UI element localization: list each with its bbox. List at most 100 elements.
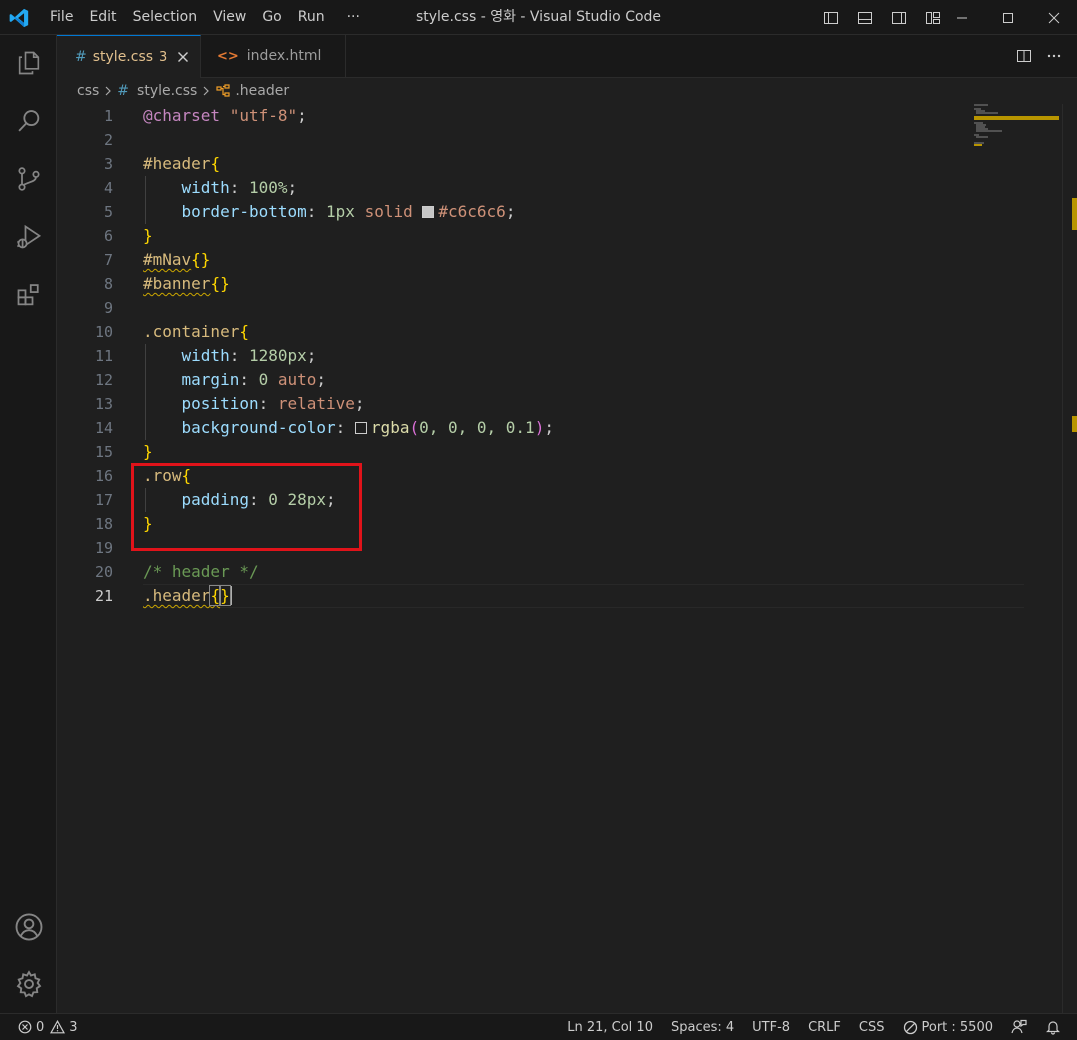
settings-gear-icon[interactable] [0, 960, 57, 1008]
menu-view[interactable]: View [205, 0, 254, 35]
title-bar: File Edit Selection View Go Run ··· styl… [0, 0, 1077, 35]
end-of-line[interactable]: CRLF [808, 1020, 841, 1035]
live-server-port[interactable]: Port : 5500 [903, 1019, 994, 1035]
code-token: 0 [258, 370, 269, 389]
minimap[interactable] [966, 104, 1062, 1013]
code-line: padding: 0 28px; [143, 488, 336, 512]
notifications-bell-icon[interactable] [1045, 1019, 1061, 1035]
line-number: 3 [103, 155, 113, 173]
explorer-icon[interactable] [0, 39, 57, 87]
code-editor[interactable]: 1 2 3 4 5 6 7 8 9 10 11 12 13 14 15 16 1… [57, 104, 1077, 1013]
code-token: : [229, 346, 249, 365]
code-token: ( [409, 418, 420, 437]
breadcrumb: css # style.css .header [57, 78, 1077, 104]
code-token: 0, 0, 0, 0.1 [419, 418, 535, 437]
line-number: 7 [103, 251, 113, 269]
more-actions-icon[interactable] [1039, 41, 1069, 71]
code-line: .row{ [143, 464, 191, 488]
maximize-icon[interactable] [985, 0, 1031, 35]
code-token: : [335, 418, 355, 437]
status-bar-right: Ln 21, Col 10 Spaces: 4 UTF-8 CRLF CSS P… [567, 1014, 1061, 1040]
warning-icon [50, 1020, 66, 1034]
code-line: /* header */ [143, 560, 259, 584]
code-token: "utf-8" [229, 106, 298, 125]
line-number: 16 [94, 467, 113, 485]
code-token: } [143, 442, 153, 461]
code-token: { [181, 466, 192, 485]
line-number: 6 [103, 227, 113, 245]
menu-edit[interactable]: Edit [81, 0, 124, 35]
css-file-icon: # [75, 49, 87, 65]
menu-run[interactable]: Run [290, 0, 333, 35]
window-title: style.css - 영화 - Visual Studio Code [415, 9, 662, 25]
code-token: : [229, 178, 249, 197]
vscode-logo-icon[interactable] [8, 7, 30, 29]
cursor-position[interactable]: Ln 21, Col 10 [567, 1020, 653, 1035]
line-number: 2 [103, 131, 113, 149]
editor-scrollbar[interactable] [1062, 104, 1077, 1013]
breadcrumb-file[interactable]: # style.css [117, 83, 197, 99]
menu-go[interactable]: Go [254, 0, 289, 35]
line-number-active: 21 [94, 587, 113, 605]
code-token: { [210, 154, 221, 173]
line-number: 8 [103, 275, 113, 293]
code-token: 0 28px [268, 490, 327, 509]
text-cursor [229, 586, 232, 605]
code-token-warning: #banner [143, 274, 211, 293]
feedback-icon[interactable] [1011, 1019, 1027, 1035]
code-token: : [258, 394, 278, 413]
code-token-warning: .header [143, 586, 211, 605]
color-swatch[interactable] [354, 422, 367, 434]
split-editor-icon[interactable] [1009, 41, 1039, 71]
tab-index-html[interactable]: <> index.html [201, 35, 346, 77]
problems-indicator[interactable]: 0 3 [18, 1020, 78, 1035]
code-token: auto [268, 370, 317, 389]
language-mode[interactable]: CSS [859, 1020, 885, 1035]
scrollbar-warning-mark [1072, 416, 1077, 432]
code-line: .container{ [143, 320, 249, 344]
minimize-icon[interactable] [939, 0, 985, 35]
account-icon[interactable] [0, 903, 57, 951]
code-line: } [143, 224, 153, 248]
code-token: ; [306, 346, 317, 365]
color-swatch[interactable] [422, 206, 435, 218]
editor-tab-bar: # style.css 3 <> index.html [57, 35, 1077, 78]
extensions-icon[interactable] [0, 271, 57, 319]
symbol-class-icon [215, 84, 231, 98]
code-token: .container [143, 322, 240, 341]
menu-more[interactable]: ··· [339, 0, 368, 35]
code-line: width: 100%; [143, 176, 298, 200]
code-line-active: .header{} [143, 584, 232, 608]
close-window-icon[interactable] [1031, 0, 1077, 35]
toggle-secondary-sidebar-icon[interactable] [882, 0, 916, 35]
code-line: background-color: rgba(0, 0, 0, 0.1); [143, 416, 554, 440]
code-line: } [143, 440, 153, 464]
close-tab-icon[interactable] [175, 49, 191, 65]
line-number: 10 [94, 323, 113, 341]
indentation[interactable]: Spaces: 4 [671, 1020, 734, 1035]
search-icon[interactable] [0, 97, 57, 145]
menu-bar: File Edit Selection View Go Run ··· [42, 0, 368, 35]
code-token: position [181, 394, 259, 413]
no-entry-icon [903, 1020, 918, 1035]
code-token: : [239, 370, 259, 389]
toggle-panel-icon[interactable] [848, 0, 882, 35]
run-debug-icon[interactable] [0, 213, 57, 261]
line-number: 19 [94, 539, 113, 557]
code-token: ; [544, 418, 554, 437]
code-token: padding [181, 490, 249, 509]
encoding[interactable]: UTF-8 [752, 1020, 790, 1035]
menu-file[interactable]: File [42, 0, 81, 35]
breadcrumb-symbol[interactable]: .header [215, 83, 289, 99]
menu-selection[interactable]: Selection [125, 0, 206, 35]
tab-style-css[interactable]: # style.css 3 [57, 35, 201, 78]
layout-controls [814, 0, 950, 35]
code-line: @charset "utf-8"; [143, 104, 307, 128]
toggle-primary-sidebar-icon[interactable] [814, 0, 848, 35]
code-token: : [248, 490, 269, 509]
code-token: #c6c6c6 [438, 202, 506, 221]
source-control-icon[interactable] [0, 155, 57, 203]
port-label: Port : 5500 [921, 1019, 994, 1035]
code-line: #mNav{} [143, 248, 210, 272]
breadcrumb-folder[interactable]: css [77, 83, 99, 99]
